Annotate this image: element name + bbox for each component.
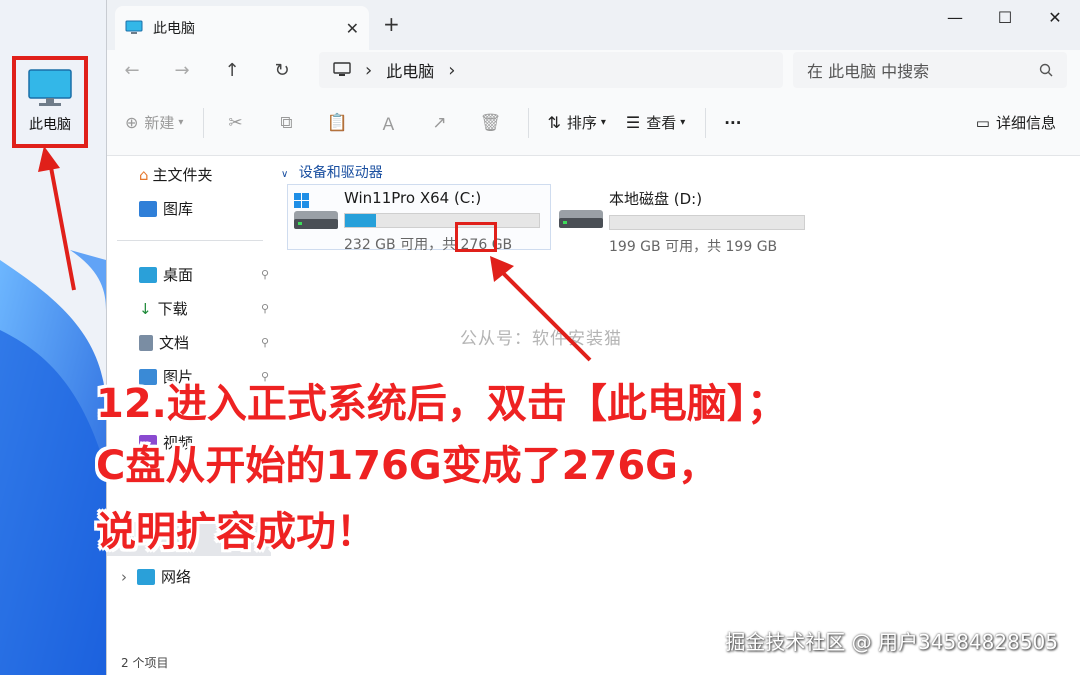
status-item-count: 2 个项目 (121, 656, 169, 670)
back-button[interactable]: ← (107, 60, 157, 81)
forward-button[interactable]: → (157, 60, 207, 81)
monitor-icon (125, 20, 143, 34)
divider (705, 107, 707, 138)
breadcrumb-this-pc[interactable]: 此电脑 (386, 58, 434, 82)
sidebar-divider (117, 240, 263, 241)
tab-this-pc[interactable]: 此电脑 ✕ (115, 6, 369, 50)
details-label: 详细信息 (995, 114, 1056, 132)
network-icon (137, 568, 155, 585)
pin-icon[interactable]: ⚲ (261, 268, 269, 281)
up-button[interactable]: ↑ (207, 60, 257, 81)
annotation-line-2: C盘从开始的176G变成了276G， (96, 443, 719, 489)
drive-name: Win11Pro X64 (C:) (344, 189, 482, 207)
breadcrumb-chevron-icon: › (365, 59, 373, 81)
monitor-icon (28, 69, 72, 106)
divider (528, 107, 530, 138)
address-bar[interactable]: › 此电脑 › (319, 52, 783, 88)
sort-label: 排序 (566, 114, 597, 132)
plus-circle-icon: ⊕ (125, 113, 139, 132)
chevron-down-icon: ▾ (178, 117, 184, 128)
sidebar-item-label: 网络 (161, 568, 192, 586)
sidebar-item-label: 文档 (159, 334, 190, 352)
sidebar-item-label: 图库 (163, 200, 194, 218)
group-header-devices[interactable]: ∨ 设备和驱动器 (281, 162, 383, 182)
sidebar-item-downloads[interactable]: ↓ 下载 ⚲ (139, 298, 269, 319)
details-pane-icon: ▭ (975, 113, 990, 132)
maximize-button[interactable]: ☐ (980, 0, 1030, 34)
rename-icon[interactable]: Ａ (375, 110, 401, 135)
minimize-button[interactable]: — (930, 0, 980, 34)
this-pc-desktop-icon[interactable]: 此电脑 (12, 56, 88, 148)
drive-usage-bar (344, 213, 540, 228)
view-button[interactable]: ☰ 查看 ▾ (626, 112, 685, 133)
sort-icon: ⇅ (547, 113, 561, 132)
group-header-label: 设备和驱动器 (298, 165, 383, 181)
expand-chevron-icon[interactable]: › (121, 568, 127, 586)
document-icon (139, 334, 153, 351)
sidebar-item-label: 下载 (157, 300, 188, 318)
download-icon: ↓ (139, 299, 152, 318)
drive-c[interactable]: Win11Pro X64 (C:) 232 GB 可用，共 276 GB (287, 184, 551, 253)
sidebar-item-network[interactable]: › 网络 (121, 566, 251, 587)
search-placeholder: 在 此电脑 中搜索 (807, 62, 930, 81)
new-button[interactable]: ⊕ 新建 ▾ (125, 112, 183, 133)
refresh-button[interactable]: ↻ (257, 60, 307, 81)
chevron-down-icon: ▾ (600, 117, 606, 128)
sidebar-item-home[interactable]: ⌂ 主文件夹 (139, 164, 269, 185)
drive-usage-bar (609, 215, 805, 230)
search-input[interactable]: 在 此电脑 中搜索 (793, 52, 1067, 88)
annotation-line-3: 说明扩容成功！ (96, 509, 376, 555)
pin-icon[interactable]: ⚲ (261, 336, 269, 349)
sidebar-item-desktop[interactable]: 桌面 ⚲ (139, 264, 269, 285)
close-tab-icon[interactable]: ✕ (346, 19, 359, 38)
new-tab-button[interactable]: + (383, 12, 400, 36)
drive-usage-fill (345, 214, 377, 227)
drive-icon (553, 184, 609, 248)
breadcrumb-chevron-icon[interactable]: › (448, 60, 455, 81)
window-controls: — ☐ ✕ (930, 0, 1080, 34)
new-label: 新建 (144, 114, 175, 132)
paste-icon[interactable]: 📋 (324, 113, 350, 133)
more-options-button[interactable]: ··· (724, 114, 741, 132)
delete-icon[interactable]: 🗑 (477, 113, 503, 133)
windows-drive-icon (288, 185, 344, 249)
home-icon: ⌂ (139, 165, 149, 184)
sidebar-item-documents[interactable]: 文档 ⚲ (139, 332, 269, 353)
drive-d[interactable]: 本地磁盘 (D:) 199 GB 可用，共 199 GB (553, 184, 817, 255)
desktop-folder-icon (139, 266, 157, 283)
sidebar-item-label: 主文件夹 (152, 166, 213, 184)
cut-icon[interactable]: ✂ (222, 113, 248, 133)
credit-watermark: 掘金技术社区 @ 用户34584828505 (725, 630, 1058, 654)
gallery-icon (139, 200, 157, 217)
pin-icon[interactable]: ⚲ (261, 302, 269, 315)
view-label: 查看 (646, 114, 677, 132)
chevron-down-icon: ∨ (281, 169, 289, 180)
desktop-icon-label: 此电脑 (29, 117, 71, 133)
sidebar-item-label: 桌面 (163, 266, 194, 284)
view-icon: ☰ (625, 113, 641, 132)
divider (203, 107, 205, 138)
annotation-line-1: 12.进入正式系统后，双击【此电脑】； (96, 381, 787, 427)
search-icon (1039, 63, 1053, 77)
capacity-highlight-box (455, 222, 497, 252)
share-icon[interactable]: ↗ (426, 113, 452, 133)
copy-icon[interactable]: ⧉ (273, 113, 299, 133)
drive-space-text: 199 GB 可用，共 199 GB (609, 239, 778, 255)
details-pane-button[interactable]: ▭ 详细信息 (976, 112, 1056, 133)
command-bar: ⊕ 新建 ▾ ✂ ⧉ 📋 Ａ ↗ 🗑 ⇅ 排序 ▾ ☰ 查看 ▾ ··· ▭ 详… (107, 90, 1080, 156)
chevron-down-icon: ▾ (680, 117, 686, 128)
tab-title: 此电脑 (153, 21, 195, 37)
navigation-bar: ← → ↑ ↻ › 此电脑 › 在 此电脑 中搜索 (107, 50, 1080, 90)
monitor-outline-icon (333, 62, 351, 76)
watermark-text: 公从号：软件安装猫 (460, 329, 622, 349)
close-window-button[interactable]: ✕ (1030, 0, 1080, 34)
drive-name: 本地磁盘 (D:) (609, 190, 703, 208)
drive-space-text: 232 GB 可用，共 276 GB (344, 237, 513, 253)
sort-button[interactable]: ⇅ 排序 ▾ (547, 112, 605, 133)
sidebar-item-gallery[interactable]: 图库 (139, 198, 269, 219)
title-bar: 此电脑 ✕ + — ☐ ✕ (107, 0, 1080, 50)
